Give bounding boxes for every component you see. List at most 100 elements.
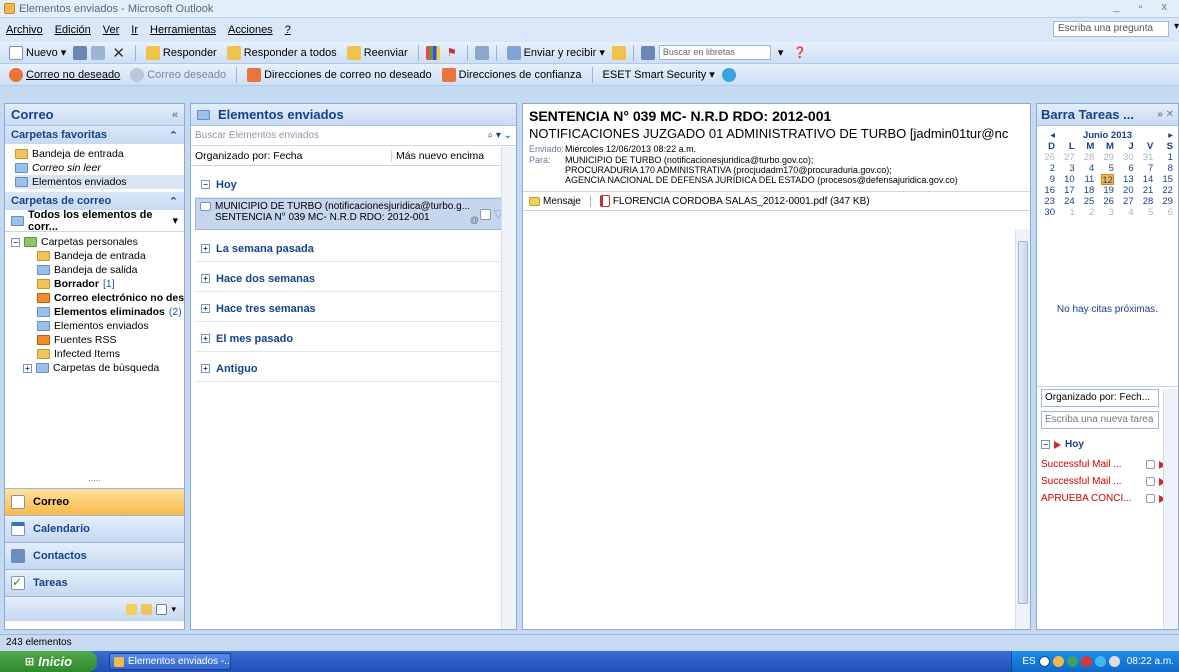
blocked-senders-button[interactable]: Direcciones de correo no deseado [244, 67, 435, 83]
folder-junk[interactable]: Correo electrónico no desea [37, 291, 184, 305]
mail-folders-header[interactable]: Carpetas de correo ⌃ [5, 192, 184, 210]
personal-folders[interactable]: − Carpetas personales [11, 235, 184, 249]
recipient[interactable]: MUNICIPIO DE TURBO (notificacionesjuridi… [565, 155, 958, 165]
list-search-input[interactable]: Buscar Elementos enviados [195, 130, 319, 141]
chevron-up-icon[interactable]: ⌃ [169, 195, 178, 208]
nav-mail-button[interactable]: Correo [5, 488, 184, 515]
favorite-inbox[interactable]: Bandeja de entrada [15, 147, 184, 161]
task-checkbox[interactable] [1146, 460, 1155, 469]
next-month-icon[interactable]: ▸ [1160, 130, 1173, 141]
expand-group-icon[interactable]: + [201, 274, 210, 283]
week-row[interactable]: 30 1 2 3 4 5 6 [1037, 207, 1178, 218]
close-icon[interactable]: » ✕ [1157, 109, 1174, 120]
chevron-down-icon[interactable]: ▾ [1174, 21, 1179, 32]
menu-help[interactable]: ? [285, 24, 291, 36]
pdf-attachment[interactable]: FLORENCIA CORDOBA SALAS_2012-0001.pdf (3… [599, 195, 870, 207]
find-icon[interactable] [611, 45, 626, 60]
eset-button[interactable]: ESET Smart Security ▾ [600, 67, 718, 82]
collapse-tree-icon[interactable]: − [11, 237, 20, 247]
print-icon[interactable] [73, 45, 88, 60]
menu-herramientas[interactable]: Herramientas [150, 24, 216, 36]
list-scrollbar[interactable] [501, 147, 516, 629]
folder-outbox[interactable]: Bandeja de salida [37, 263, 184, 277]
prev-month-icon[interactable]: ◂ [1042, 130, 1055, 141]
folder-deleted[interactable]: Elementos eliminados (2) [37, 305, 184, 319]
group-two-weeks[interactable]: + Hace dos semanas [195, 266, 506, 292]
recipient[interactable]: AGENCIA NACIONAL DE DEFENSA JURÍDICA DEL… [565, 175, 958, 185]
junk-mail-button[interactable]: Correo no deseado [6, 67, 123, 83]
reading-scrollbar[interactable] [1015, 229, 1030, 629]
menu-ver[interactable]: Ver [103, 24, 120, 36]
group-older[interactable]: + Antiguo [195, 356, 506, 382]
group-last-month[interactable]: + El mes pasado [195, 326, 506, 352]
favorites-header[interactable]: Carpetas favoritas ⌃ [5, 126, 184, 144]
favorite-sent[interactable]: Elementos enviados [15, 175, 184, 189]
reply-button[interactable]: Responder [143, 45, 220, 61]
search-folders[interactable]: + Carpetas de búsqueda [11, 361, 184, 375]
folder-list-icon[interactable] [141, 603, 153, 615]
task-item[interactable]: APRUEBA CONCI... [1037, 490, 1178, 507]
folder-sent[interactable]: Elementos enviados [37, 319, 184, 333]
help-icon[interactable]: ❓ [790, 45, 810, 60]
arrange-by-button[interactable]: Organizado por: Fecha [191, 150, 391, 162]
week-row[interactable]: 16 17 18 19 20 21 22 [1037, 185, 1178, 196]
chevron-down-icon[interactable]: ▾ [171, 604, 176, 615]
task-checkbox[interactable] [1146, 477, 1155, 486]
security-icon[interactable] [1080, 656, 1092, 667]
expand-group-icon[interactable]: + [201, 244, 210, 253]
folder-drafts[interactable]: Borrador [1] [37, 277, 184, 291]
task-group-today[interactable]: − Hoy [1037, 433, 1178, 456]
week-row[interactable]: 9 10 11 12 13 14 15 [1037, 174, 1178, 186]
collapse-icon[interactable]: « [172, 109, 178, 121]
favorite-unread[interactable]: Correo sin leer [15, 161, 184, 175]
sort-order-button[interactable]: Más nuevo encima [391, 149, 502, 162]
recipient[interactable]: PROCURADURIA 170 ADMINISTRATIVA (procjud… [565, 165, 958, 175]
volume-icon[interactable] [1108, 656, 1120, 667]
expand-tree-icon[interactable]: + [23, 363, 32, 373]
address-book-icon[interactable] [474, 45, 489, 60]
chevron-up-icon[interactable]: ⌃ [169, 129, 178, 142]
group-last-week[interactable]: + La semana pasada [195, 236, 506, 262]
nav-contacts-button[interactable]: Contactos [5, 542, 184, 569]
message-tab[interactable]: Mensaje [529, 196, 581, 207]
eset-tray-icon[interactable] [1094, 656, 1106, 667]
new-button[interactable]: Nuevo ▾ [6, 45, 69, 61]
splitter-handle[interactable]: ..... [5, 473, 184, 483]
start-button[interactable]: ⊞ Inicio [0, 651, 97, 672]
folder-rss[interactable]: Fuentes RSS [37, 333, 184, 347]
nav-calendar-button[interactable]: Calendario [5, 515, 184, 542]
notes-icon[interactable] [126, 603, 138, 615]
send-receive-button[interactable]: Enviar y recibir ▾ [504, 45, 608, 61]
menu-ir[interactable]: Ir [131, 24, 138, 36]
all-mail-items-dropdown[interactable]: Todos los elementos de corr... ▾ [5, 209, 184, 233]
category-checkbox[interactable] [480, 209, 491, 220]
folder-infected[interactable]: Infected Items [37, 347, 184, 361]
message-row[interactable]: MUNICIPIO DE TURBO (notificacionesjuridi… [195, 198, 506, 230]
folder-inbox[interactable]: Bandeja de entrada [37, 249, 184, 263]
expand-group-icon[interactable]: + [201, 304, 210, 313]
nav-tasks-button[interactable]: ✓ Tareas [5, 569, 184, 596]
chevron-down-icon[interactable]: ▾ [172, 214, 178, 227]
reply-all-button[interactable]: Responder a todos [224, 45, 340, 61]
help-search-input[interactable]: Escriba una pregunta [1053, 21, 1169, 37]
language-indicator[interactable]: ES [1022, 656, 1035, 667]
safe-senders-button[interactable]: Direcciones de confianza [439, 67, 585, 83]
arrange-tasks-button[interactable]: Organizado por: Fech... [1041, 389, 1159, 407]
forward-button[interactable]: Reenviar [344, 45, 411, 61]
task-item[interactable]: Successful Mail ... [1037, 473, 1178, 490]
shortcuts-icon[interactable] [156, 603, 168, 615]
search-address-books-input[interactable]: Buscar en libretas [658, 45, 771, 60]
group-three-weeks[interactable]: + Hace tres semanas [195, 296, 506, 322]
task-scrollbar[interactable] [1163, 389, 1178, 629]
network-icon[interactable] [1066, 656, 1078, 667]
group-today[interactable]: − Hoy [195, 172, 506, 198]
eset-icon[interactable] [721, 67, 736, 82]
scroll-thumb[interactable] [1018, 241, 1028, 604]
task-checkbox[interactable] [1146, 494, 1155, 503]
back-icon[interactable] [1038, 656, 1050, 667]
new-task-input[interactable]: Escriba una nueva tarea [1041, 411, 1159, 429]
clock[interactable]: 08:22 a.m. [1127, 656, 1174, 667]
categorize-icon[interactable] [425, 45, 440, 60]
message-sender[interactable]: NOTIFICACIONES JUZGADO 01 ADMINISTRATIVO… [529, 126, 1024, 141]
week-row[interactable]: 26 27 28 29 30 31 1 [1037, 152, 1178, 163]
